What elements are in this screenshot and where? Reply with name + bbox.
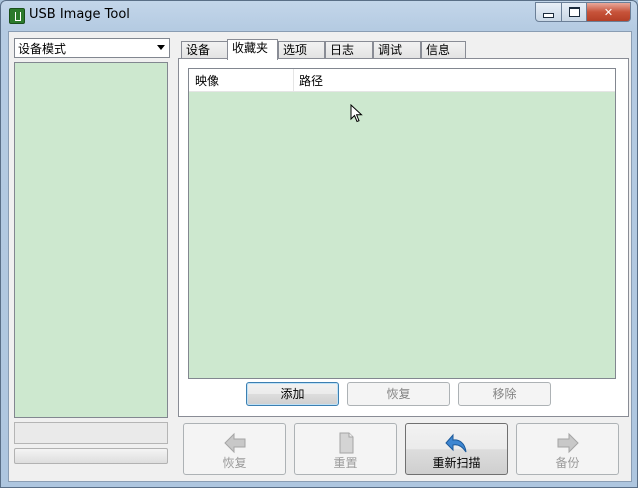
device-mode-value: 设备模式 <box>18 42 67 56</box>
column-header-path[interactable]: 路径 <box>299 72 323 89</box>
tab-log[interactable]: 日志 <box>325 41 373 58</box>
restore-label: 恢复 <box>222 456 247 470</box>
tab-info[interactable]: 信息 <box>421 41 466 58</box>
tab-favorites[interactable]: 收藏夹 <box>227 39 278 60</box>
reset-label: 重置 <box>333 456 358 470</box>
chevron-down-icon <box>157 45 165 50</box>
device-mode-select[interactable]: 设备模式 <box>14 38 170 58</box>
arrow-right-icon <box>557 432 579 454</box>
tab-options[interactable]: 选项 <box>278 41 325 58</box>
column-divider[interactable] <box>293 69 294 91</box>
tab-debug[interactable]: 调试 <box>373 41 421 58</box>
minimize-icon <box>543 12 554 18</box>
maximize-icon <box>568 7 580 17</box>
progress-bar <box>14 448 168 464</box>
mouse-cursor-icon <box>350 104 363 123</box>
client-area: 设备模式 设备 收藏夹 选项 日志 调试 信息 映像 路径 添加 恢复 移除 恢… <box>8 31 632 482</box>
add-button[interactable]: 添加 <box>246 382 339 406</box>
title-bar[interactable]: USB Image Tool ✕ <box>1 1 637 31</box>
close-icon: ✕ <box>603 5 614 19</box>
tab-devices[interactable]: 设备 <box>181 41 228 58</box>
device-list[interactable] <box>14 62 168 418</box>
favorites-panel: 映像 路径 添加 恢复 移除 <box>178 58 629 417</box>
arrow-left-icon <box>224 432 246 454</box>
favorites-list[interactable]: 映像 路径 <box>188 68 616 379</box>
status-box <box>14 422 168 444</box>
backup-button[interactable]: 备份 <box>516 423 619 475</box>
list-header: 映像 路径 <box>189 69 615 92</box>
document-icon <box>339 432 354 454</box>
reset-button[interactable]: 重置 <box>294 423 397 475</box>
restore-button[interactable]: 恢复 <box>183 423 286 475</box>
app-window: USB Image Tool ✕ 设备模式 设备 收藏夹 选项 日志 调试 信息… <box>0 0 638 488</box>
rescan-arrow-icon <box>445 433 467 453</box>
maximize-button[interactable] <box>562 2 587 22</box>
column-header-image[interactable]: 映像 <box>195 72 219 89</box>
backup-label: 备份 <box>555 456 580 470</box>
remove-button[interactable]: 移除 <box>458 382 551 406</box>
close-button[interactable]: ✕ <box>587 2 631 22</box>
restore-favorite-button[interactable]: 恢复 <box>347 382 450 406</box>
rescan-button[interactable]: 重新扫描 <box>405 423 508 475</box>
usb-app-icon <box>9 8 25 24</box>
window-title: USB Image Tool <box>29 7 130 22</box>
caption-buttons: ✕ <box>535 2 631 22</box>
minimize-button[interactable] <box>535 2 562 22</box>
rescan-label: 重新扫描 <box>432 456 481 470</box>
